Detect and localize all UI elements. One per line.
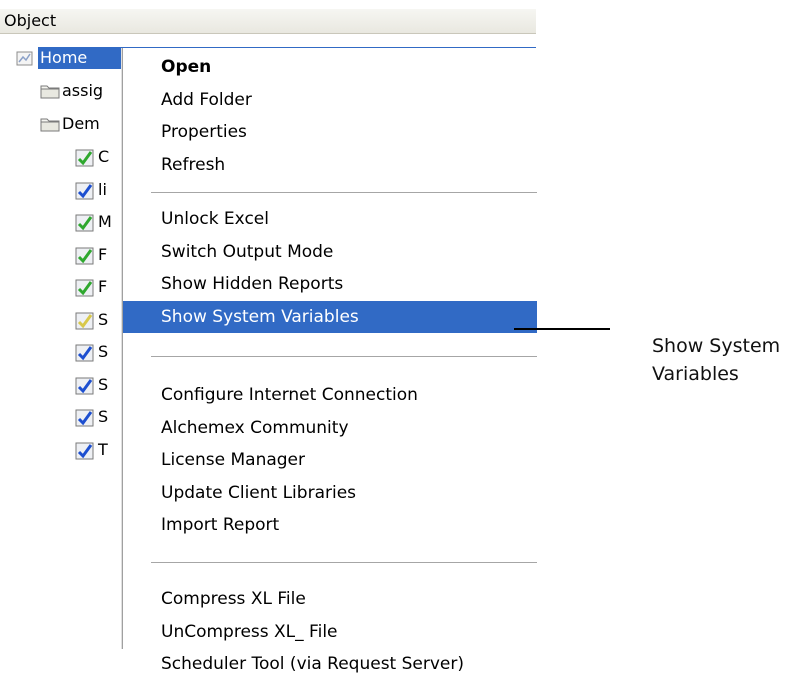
menu-item-label: Scheduler Tool (via Request Server) [161, 654, 465, 674]
menu-item-properties[interactable]: Properties [123, 116, 537, 148]
menu-item-scheduler-tool-via-request-server[interactable]: Scheduler Tool (via Request Server) [123, 648, 537, 680]
callout-text-line1: Show System [652, 335, 781, 357]
menu-item-switch-output-mode[interactable]: Switch Output Mode [123, 236, 537, 268]
menu-item-label: Add Folder [161, 89, 252, 110]
report-green-check-icon [75, 247, 94, 264]
object-column-header[interactable]: Object [0, 9, 536, 34]
report-blue-check-icon [75, 377, 94, 394]
folder-icon [40, 85, 60, 99]
tree-report-label: S [98, 374, 109, 394]
menu-item-license-manager[interactable]: License Manager [123, 444, 537, 476]
tree-report-label: T [98, 439, 108, 459]
menu-item-show-system-variables[interactable]: Show System Variables [123, 300, 537, 333]
menu-separator [151, 562, 537, 563]
tree-report-label: S [98, 309, 109, 329]
callout-text-line2: Variables [652, 363, 739, 385]
report-blue-check-icon [75, 442, 94, 459]
menu-item-label: Show System Variables [161, 306, 359, 327]
tree-report-label: F [98, 277, 108, 296]
folder-icon [40, 118, 60, 132]
tree-report-label: M [98, 212, 112, 231]
tree-report-label: F [98, 244, 108, 264]
report-blue-check-icon [75, 344, 94, 362]
menu-item-alchemex-community[interactable]: Alchemex Community [123, 412, 537, 444]
menu-item-update-client-libraries[interactable]: Update Client Libraries [123, 477, 537, 509]
menu-item-label: Refresh [161, 154, 226, 175]
tree-report-label: S [98, 342, 109, 361]
menu-item-refresh[interactable]: Refresh [123, 149, 537, 181]
menu-item-label: Properties [161, 122, 247, 142]
menu-item-label: Open [161, 57, 212, 77]
menu-item-add-folder[interactable]: Add Folder [123, 84, 537, 116]
menu-item-label: Compress XL File [161, 589, 306, 609]
tree-report-label: S [98, 407, 109, 426]
report-yellow-check-icon [75, 312, 94, 329]
report-green-check-icon [75, 214, 94, 232]
menu-item-label: Configure Internet Connection [161, 385, 418, 405]
menu-item-label: Switch Output Mode [161, 241, 334, 262]
context-menu: Open Add Folder Properties Refresh Unlock Ex… [122, 48, 537, 674]
menu-item-uncompress-xl-file[interactable]: UnCompress XL_ File [123, 616, 537, 648]
menu-item-configure-internet-connection[interactable]: Configure Internet Connection [123, 379, 537, 411]
report-green-check-icon [75, 279, 94, 297]
callout-pointer-line [514, 328, 610, 330]
menu-item-label: Unlock Excel [161, 209, 269, 229]
menu-item-open[interactable]: Open [123, 51, 537, 83]
report-blue-check-icon [75, 182, 94, 199]
menu-item-label: UnCompress XL_ File [161, 621, 338, 642]
menu-item-label: Show Hidden Reports [161, 274, 344, 294]
tree-folder-label: assig [62, 81, 104, 100]
report-green-check-icon [75, 149, 94, 167]
menu-item-import-report[interactable]: Import Report [123, 509, 537, 541]
menu-item-label: Import Report [161, 515, 280, 535]
menu-separator [151, 191, 537, 193]
tree-report-label: li [98, 179, 107, 199]
home-report-icon [16, 51, 33, 66]
tree-folder-label: Dem [62, 114, 100, 133]
menu-item-label: Update Client Libraries [161, 482, 357, 503]
menu-item-label: Alchemex Community [161, 417, 349, 438]
menu-item-compress-xl-file[interactable]: Compress XL File [123, 583, 537, 615]
callout-annotation: Show System Variables [652, 332, 807, 388]
menu-item-show-hidden-reports[interactable]: Show Hidden Reports [123, 268, 537, 300]
menu-item-label: License Manager [161, 450, 306, 470]
object-column-label: Object [4, 11, 57, 30]
menu-item-unlock-excel[interactable]: Unlock Excel [123, 203, 537, 235]
tree-report-label: C [98, 147, 110, 166]
report-blue-check-icon [75, 409, 94, 427]
menu-separator [151, 355, 537, 357]
